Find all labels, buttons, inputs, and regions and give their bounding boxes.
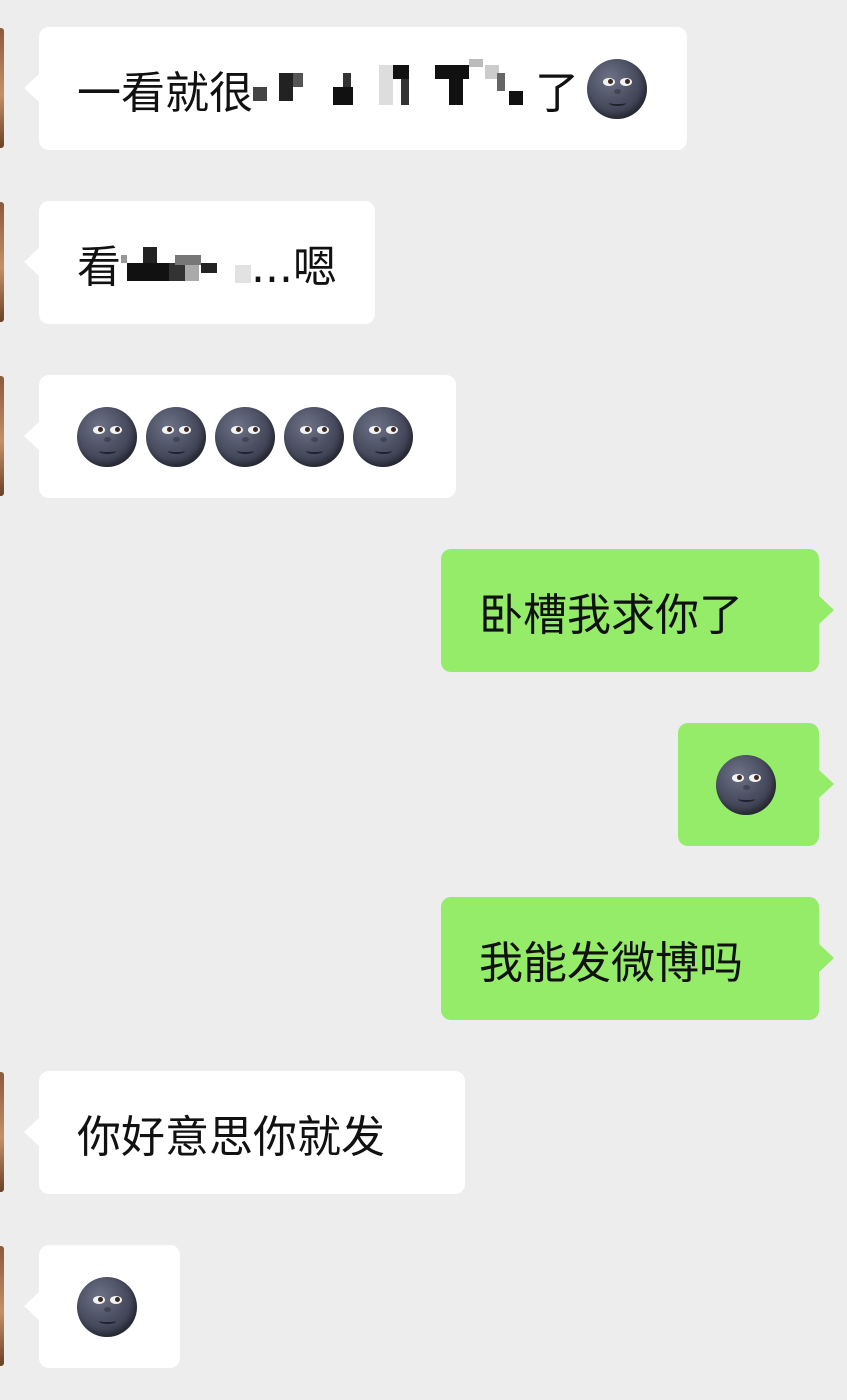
- sender-avatar[interactable]: [0, 28, 4, 148]
- sender-avatar[interactable]: [0, 376, 4, 496]
- moon-face-icon: [215, 406, 275, 467]
- message-text: 看: [77, 241, 121, 293]
- message-bubble-sent[interactable]: 我能发微博吗: [441, 897, 834, 1020]
- message-text: 卧槽我求你了: [479, 589, 743, 641]
- redacted-mosaic: [253, 58, 535, 119]
- moon-face-icon: [77, 1276, 137, 1337]
- message-bubble-received[interactable]: 看 ...嗯: [24, 201, 375, 324]
- sender-avatar[interactable]: [0, 1072, 4, 1192]
- moon-face-icon: [587, 58, 647, 119]
- message-bubble-sent[interactable]: [678, 723, 834, 846]
- redacted-mosaic: [235, 264, 251, 283]
- message-bubble-received[interactable]: [24, 1245, 180, 1368]
- moon-face-icon: [146, 406, 206, 467]
- moon-face-icon: [77, 406, 137, 467]
- moon-face-icon: [284, 406, 344, 467]
- message-text: 我能发微博吗: [479, 937, 743, 989]
- message-text: 一看就很: [77, 67, 253, 119]
- redacted-mosaic: [121, 233, 229, 293]
- message-bubble-received[interactable]: [24, 375, 456, 498]
- message-bubble-received[interactable]: 一看就很 了: [24, 27, 687, 150]
- sender-avatar[interactable]: [0, 202, 4, 322]
- moon-face-icon: [716, 754, 776, 815]
- message-bubble-received[interactable]: 你好意思你就发: [24, 1071, 465, 1194]
- moon-face-icon: [353, 406, 413, 467]
- chat-message-list: 一看就很 了 看 ...嗯 卧槽我求你了 我能发微博吗 你好意思你就发: [0, 0, 847, 1400]
- emoji-row: [77, 406, 413, 467]
- message-text: ...嗯: [251, 241, 337, 293]
- message-text: 了: [535, 67, 579, 119]
- message-bubble-sent[interactable]: 卧槽我求你了: [441, 549, 834, 672]
- message-text: 你好意思你就发: [77, 1111, 385, 1163]
- sender-avatar[interactable]: [0, 1246, 4, 1366]
